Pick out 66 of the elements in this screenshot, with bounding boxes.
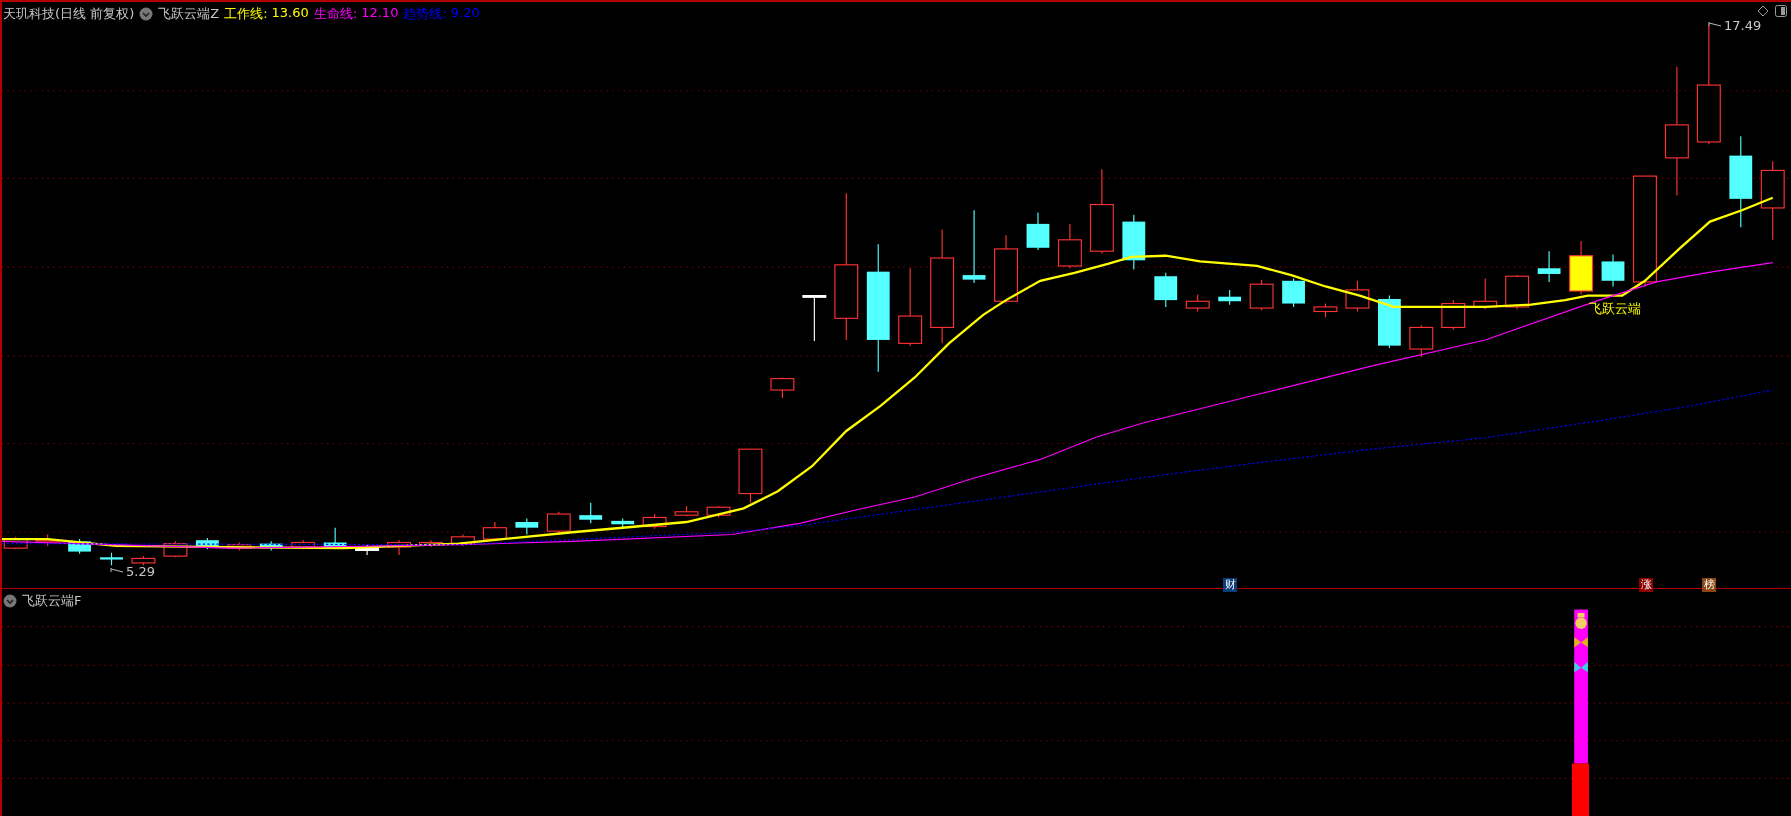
candlestick: [227, 541, 252, 552]
low-price-label: 5.29: [126, 564, 155, 579]
diamond-icon[interactable]: [1757, 5, 1769, 17]
candlestick: [515, 518, 539, 536]
indicator-name: 飞跃云端Z: [158, 5, 220, 23]
arrow-icon: [110, 567, 124, 576]
candlestick: [1569, 240, 1594, 295]
candlestick: [1601, 254, 1625, 288]
candlestick: [3, 536, 28, 550]
butterfly-icon: [1574, 662, 1588, 673]
panel-toggle-icon[interactable]: [1775, 5, 1787, 17]
candlestick: [611, 518, 635, 529]
money-bag-icon: [1575, 612, 1587, 629]
candlestick: [546, 511, 571, 534]
candlestick: [387, 539, 412, 556]
candlestick: [1537, 250, 1561, 283]
candlestick: [1185, 293, 1210, 313]
line-label: 生命线:: [313, 5, 358, 23]
candlestick: [1378, 295, 1401, 349]
dropdown-icon[interactable]: [3, 594, 17, 608]
candlestick: [100, 552, 123, 566]
candlestick: [1345, 280, 1370, 313]
candlestick: [131, 555, 156, 566]
candlestick: [419, 539, 443, 548]
candlestick: [706, 505, 731, 519]
candlestick: [1505, 274, 1530, 310]
event-marker[interactable]: 涨: [1639, 578, 1653, 592]
line-label: 工作线:: [224, 5, 268, 23]
candlestick: [1313, 302, 1338, 318]
candlestick: [1409, 324, 1434, 358]
dropdown-icon[interactable]: [139, 7, 154, 21]
candlestick: [1441, 299, 1466, 331]
candlestick: [1122, 214, 1146, 270]
candlestick: [1249, 279, 1274, 311]
candlestick: [259, 540, 283, 552]
candlestick: [1154, 272, 1178, 308]
signal-label: 飞跃云端: [1589, 300, 1641, 318]
candlestick: [35, 533, 60, 547]
candlestick: [1218, 289, 1242, 306]
arrow-icon: [1708, 21, 1722, 30]
candlestick: [994, 234, 1018, 305]
high-price-label: 17.49: [1724, 18, 1762, 33]
candlestick: [642, 513, 667, 530]
candlestick: [450, 533, 475, 547]
candlestick: [1282, 277, 1305, 308]
candlestick: [1026, 211, 1050, 251]
candlestick: [802, 295, 827, 342]
event-marker[interactable]: 榜: [1702, 578, 1716, 592]
candlestick: [1057, 223, 1082, 269]
candlestick: [1473, 277, 1498, 310]
butterfly-icon: [1574, 636, 1588, 648]
line-value: 13.60: [271, 5, 309, 22]
candlestick: [738, 448, 763, 504]
stock-title: 天玑科技(日线 前复权): [3, 5, 135, 23]
candlestick: [674, 505, 699, 517]
candlestick: [195, 537, 219, 550]
candlestick: [770, 376, 795, 399]
sub-chart-title: 飞跃云端F: [22, 592, 82, 610]
line-value: 12.10: [361, 5, 399, 22]
event-marker[interactable]: 财: [1223, 578, 1237, 592]
candlestick: [482, 521, 507, 542]
candlestick: [291, 539, 316, 550]
line-label: 趋势线:: [403, 5, 447, 23]
candlestick: [579, 502, 603, 524]
candlestick: [68, 538, 91, 555]
line-value: 9.20: [450, 5, 480, 22]
